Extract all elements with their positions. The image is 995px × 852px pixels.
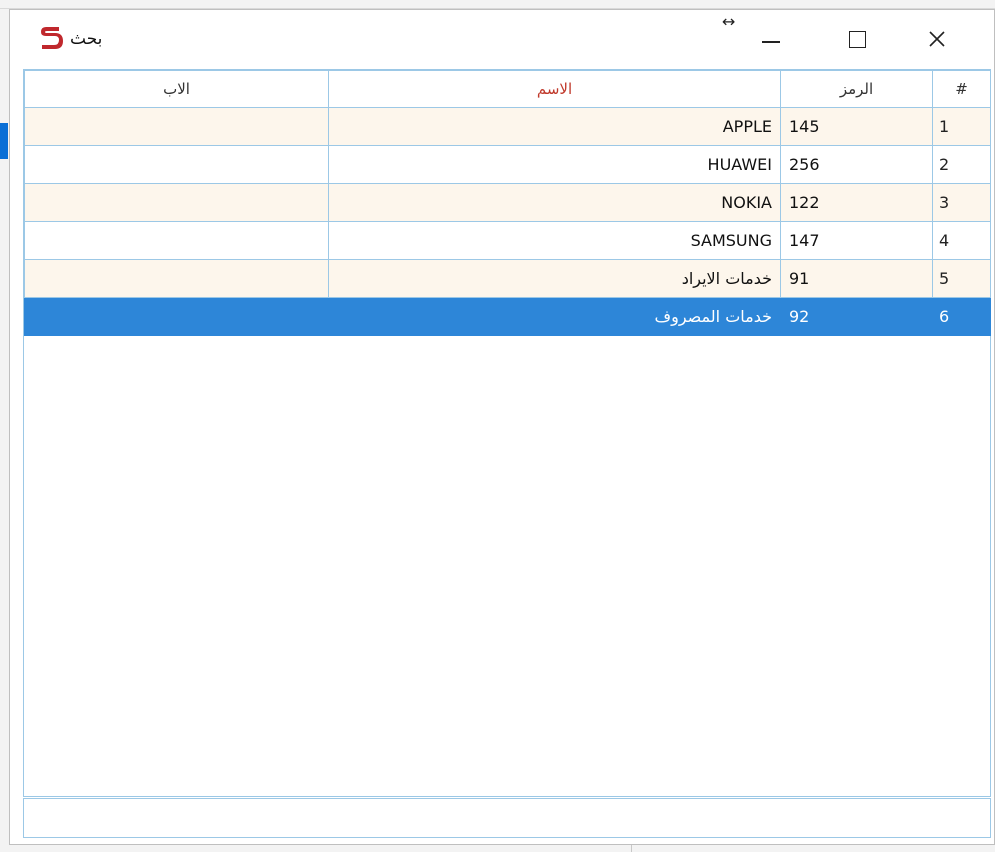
name-cell[interactable]: SAMSUNG <box>328 221 781 260</box>
name-cell-text: خدمات المصروف <box>654 307 772 326</box>
name-cell-text: APPLE <box>722 117 772 136</box>
code-cell[interactable]: 145 <box>780 107 933 146</box>
column-header-parent[interactable]: الاب <box>24 70 329 108</box>
name-cell-text: خدمات الايراد <box>681 269 772 288</box>
background-accent-bar <box>0 123 8 159</box>
row-index-cell: 6 <box>932 297 991 336</box>
code-cell[interactable]: 91 <box>780 259 933 298</box>
results-table: # الرمز الاسم الاب 1 145 APPLE 2 256 HUA… <box>24 70 991 336</box>
minimize-icon <box>762 41 780 43</box>
parent-cell[interactable] <box>24 145 329 184</box>
parent-cell[interactable] <box>24 259 329 298</box>
code-cell[interactable]: 147 <box>780 221 933 260</box>
name-cell[interactable]: APPLE <box>328 107 781 146</box>
name-cell-text: HUAWEI <box>707 155 772 174</box>
table-row[interactable]: 5 91 خدمات الايراد <box>24 259 991 298</box>
name-cell[interactable]: HUAWEI <box>328 145 781 184</box>
code-cell[interactable]: 256 <box>780 145 933 184</box>
code-cell[interactable]: 92 <box>780 297 933 336</box>
name-cell[interactable]: NOKIA <box>328 183 781 222</box>
column-header-index[interactable]: # <box>932 70 991 108</box>
column-header-name[interactable]: الاسم <box>328 70 781 108</box>
name-cell-text: NOKIA <box>721 193 772 212</box>
title-bar[interactable]: بحث ↔ <box>10 10 994 68</box>
name-cell-text: SAMSUNG <box>690 231 772 250</box>
row-index-cell: 2 <box>932 145 991 184</box>
table-row[interactable]: 3 122 NOKIA <box>24 183 991 222</box>
table-row[interactable]: 2 256 HUAWEI <box>24 145 991 184</box>
minimize-button[interactable] <box>748 22 794 56</box>
window-title: بحث <box>70 29 103 49</box>
maximize-icon <box>848 30 866 48</box>
parent-cell[interactable] <box>24 221 329 260</box>
close-button[interactable] <box>914 22 960 56</box>
maximize-button[interactable] <box>834 22 880 56</box>
row-index-cell: 5 <box>932 259 991 298</box>
row-index-cell: 3 <box>932 183 991 222</box>
parent-cell[interactable] <box>24 183 329 222</box>
row-index-cell: 1 <box>932 107 991 146</box>
table-row[interactable]: 4 147 SAMSUNG <box>24 221 991 260</box>
status-field[interactable] <box>23 798 991 838</box>
code-cell[interactable]: 122 <box>780 183 933 222</box>
parent-cell[interactable] <box>24 107 329 146</box>
name-cell[interactable]: خدمات الايراد <box>328 259 781 298</box>
table-row-selected[interactable]: 6 92 خدمات المصروف <box>24 297 991 336</box>
close-icon <box>929 31 945 47</box>
table-row[interactable]: 1 145 APPLE <box>24 107 991 146</box>
column-header-code[interactable]: الرمز <box>780 70 933 108</box>
name-cell[interactable]: خدمات المصروف <box>328 297 781 336</box>
table-header-row: # الرمز الاسم الاب <box>24 70 991 108</box>
parent-cell[interactable] <box>24 297 329 336</box>
row-index-cell: 4 <box>932 221 991 260</box>
search-window: بحث ↔ # الرمز الاسم الاب 1 145 APPLE 2 2… <box>9 9 995 845</box>
resize-horizontal-icon: ↔ <box>722 12 736 31</box>
app-logo-icon <box>41 27 63 49</box>
results-grid[interactable]: # الرمز الاسم الاب 1 145 APPLE 2 256 HUA… <box>23 69 991 797</box>
